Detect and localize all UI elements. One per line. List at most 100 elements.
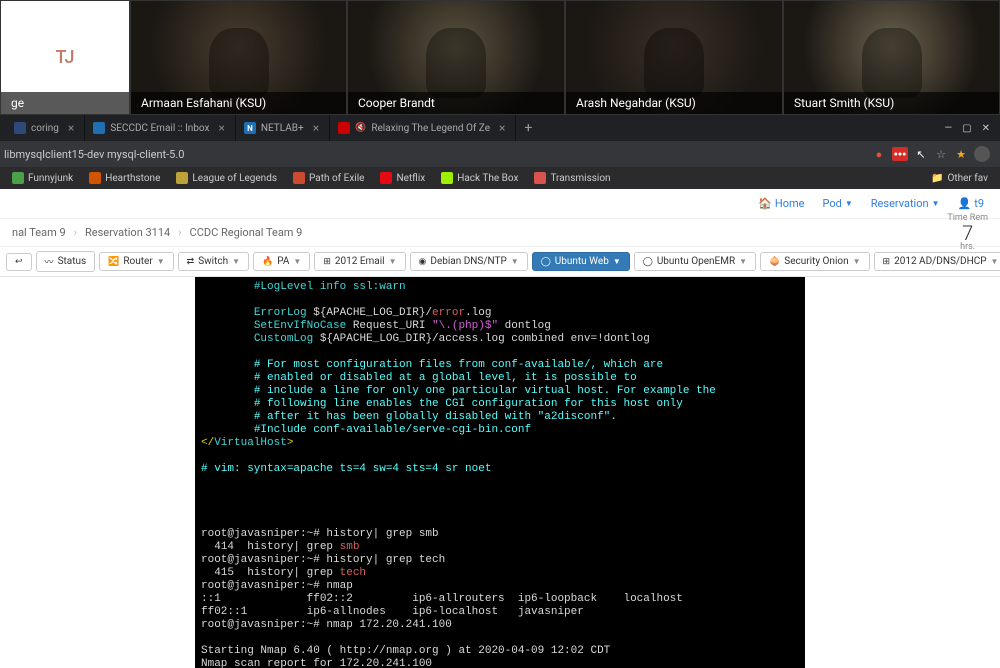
tab-title: SECCDC Email :: Inbox	[110, 123, 209, 134]
caret-down-icon: ▼	[991, 257, 999, 266]
terminal-line: root@javasniper:~# history| grep smb	[201, 528, 799, 541]
device-button[interactable]: ⇄Switch▼	[178, 252, 249, 271]
device-button[interactable]: ↩	[6, 253, 32, 271]
video-tile[interactable]: Cooper Brandt	[347, 0, 565, 115]
tab-title: NETLAB+	[261, 123, 304, 134]
bookmark-item[interactable]: Hack The Box	[435, 167, 524, 189]
fw-icon: 🔥	[262, 257, 273, 267]
terminal-text-span: ErrorLog	[254, 307, 307, 319]
nav-reservation[interactable]: Reservation ▼	[865, 197, 946, 210]
favicon-icon	[14, 122, 26, 134]
browser-tab[interactable]: NNETLAB+×	[236, 115, 330, 141]
terminal-text-span: # enabled or disabled at a global level,…	[254, 372, 637, 384]
browser-tab[interactable]: 🔇Relaxing The Legend Of Ze×	[330, 115, 516, 141]
onion-icon: 🧅	[769, 257, 780, 267]
participant-name-label: Armaan Esfahani (KSU)	[131, 92, 346, 114]
video-tile[interactable]: Armaan Esfahani (KSU)	[130, 0, 347, 115]
terminal-line: #Include conf-available/serve-cgi-bin.co…	[201, 424, 799, 437]
terminal-text-span: ${APACHE_LOG_DIR}/access.log combined en…	[313, 333, 650, 345]
terminal-text-span: # following line enables the CGI configu…	[254, 398, 683, 410]
favicon-icon	[338, 122, 350, 134]
nav-home[interactable]: 🏠 Home	[752, 197, 810, 210]
device-button[interactable]: ⊞2012 Email▼	[314, 252, 405, 271]
device-button-label: Status	[58, 256, 87, 267]
folder-icon: 📁	[931, 173, 943, 184]
close-tab-icon[interactable]: ×	[313, 121, 319, 135]
bookmark-item[interactable]: Transmission	[528, 167, 616, 189]
participant-name-label: Stuart Smith (KSU)	[784, 92, 999, 114]
device-button[interactable]: 🔥PA▼	[253, 252, 310, 271]
terminal-line: ff02::1 ip6-allnodes ip6-localhost javas…	[201, 606, 799, 619]
bookmark-label: League of Legends	[192, 173, 277, 184]
terminal-text-span: .log	[465, 307, 491, 319]
participant-name-label: Arash Negahdar (KSU)	[566, 92, 782, 114]
close-tab-icon[interactable]: ×	[68, 121, 74, 135]
bookmark-star-outline-icon[interactable]: ☆	[934, 147, 948, 161]
video-tile[interactable]: Stuart Smith (KSU)	[783, 0, 1000, 115]
breadcrumb-item[interactable]: CCDC Regional Team 9	[190, 226, 303, 239]
extension-lastpass-icon[interactable]: ●●●	[892, 147, 908, 161]
ubuntu-icon: ◯	[643, 257, 653, 267]
video-tile[interactable]: Arash Negahdar (KSU)	[565, 0, 783, 115]
device-button[interactable]: ◯Ubuntu Web▼	[532, 252, 630, 271]
terminal-line: </VirtualHost>	[201, 437, 799, 450]
terminal-text-span	[201, 372, 254, 384]
cursor-icon: ↖	[914, 147, 928, 161]
breadcrumb-item[interactable]: nal Team 9	[12, 226, 66, 239]
breadcrumb-item[interactable]: Reservation 3114	[85, 226, 170, 239]
breadcrumb-separator-icon: ›	[178, 226, 181, 239]
terminal-text-span	[201, 333, 254, 345]
terminal-text-span: # For most configuration files from conf…	[254, 359, 663, 371]
video-tile[interactable]: TJge	[0, 0, 130, 115]
maximize-icon[interactable]: ▢	[962, 123, 971, 134]
device-button[interactable]: ⊞2012 AD/DNS/DHCP▼	[874, 252, 1000, 271]
bookmark-favicon-icon	[176, 172, 188, 184]
terminal-text-span: 414 history| grep	[201, 541, 340, 553]
terminal-text-span: CustomLog	[254, 333, 313, 345]
nav-user-menu[interactable]: 👤 t9	[952, 197, 990, 210]
extension-red-dot-icon[interactable]: ●	[872, 147, 886, 161]
address-text[interactable]: libmysqlclient15-dev mysql-client-5.0	[4, 148, 184, 161]
device-button-label: 2012 Email	[335, 256, 385, 267]
terminal-text-span	[201, 359, 254, 371]
terminal-text-span: # include a line for only one particular…	[254, 385, 716, 397]
nav-pod[interactable]: Pod ▼	[817, 197, 859, 210]
caret-down-icon: ▼	[845, 199, 853, 208]
time-remaining-value: 7	[947, 223, 988, 243]
terminal-line	[201, 346, 799, 359]
terminal-text-span: Request_URI	[346, 320, 432, 332]
browser-tab[interactable]: coring×	[6, 115, 85, 141]
bookmark-item[interactable]: Hearthstone	[83, 167, 166, 189]
terminal-line	[201, 515, 799, 528]
video-conference-row: TJgeArmaan Esfahani (KSU)Cooper BrandtAr…	[0, 0, 1000, 115]
device-button[interactable]: ◯Ubuntu OpenEMR▼	[634, 252, 756, 271]
bookmark-item[interactable]: Path of Exile	[287, 167, 370, 189]
browser-bookmark-bar: FunnyjunkHearthstone League of Legends Pat…	[0, 167, 1000, 189]
bookmark-item[interactable]: League of Legends	[170, 167, 283, 189]
bookmark-item[interactable]: Netflix	[374, 167, 431, 189]
terminal-text-span: #LogLevel info ssl:warn	[254, 281, 406, 293]
minimize-icon[interactable]: —	[944, 123, 952, 134]
terminal-text-span: ${APACHE_LOG_DIR}/	[307, 307, 432, 319]
terminal-line: Starting Nmap 6.40 ( http://nmap.org ) a…	[201, 645, 799, 658]
browser-tab[interactable]: SECCDC Email :: Inbox ×	[85, 115, 236, 141]
terminal-screen[interactable]: #LogLevel info ssl:warn ErrorLog ${APACH…	[195, 277, 805, 668]
device-button[interactable]: 〰Status	[36, 251, 96, 272]
terminal-line: # following line enables the CGI configu…	[201, 398, 799, 411]
device-button[interactable]: 🔀Router▼	[99, 252, 173, 271]
terminal-line: 415 history| grep tech	[201, 567, 799, 580]
device-button[interactable]: 🧅Security Onion▼	[760, 252, 870, 271]
bookmark-star-icon[interactable]: ★	[954, 147, 968, 161]
new-tab-button[interactable]: +	[516, 115, 540, 141]
device-button[interactable]: ◉Debian DNS/NTP▼	[410, 252, 528, 271]
bookmark-item[interactable]: Funnyjunk	[6, 167, 79, 189]
terminal-line: 414 history| grep smb	[201, 541, 799, 554]
terminal-text-span	[201, 385, 254, 397]
close-tab-icon[interactable]: ×	[218, 121, 224, 135]
close-window-icon[interactable]: ✕	[982, 123, 990, 134]
close-tab-icon[interactable]: ×	[499, 121, 505, 135]
caret-down-icon: ▼	[293, 257, 301, 266]
profile-avatar-icon[interactable]	[974, 146, 990, 162]
other-bookmarks-folder[interactable]: 📁 Other fav	[925, 167, 994, 189]
terminal-text-span	[201, 424, 254, 436]
